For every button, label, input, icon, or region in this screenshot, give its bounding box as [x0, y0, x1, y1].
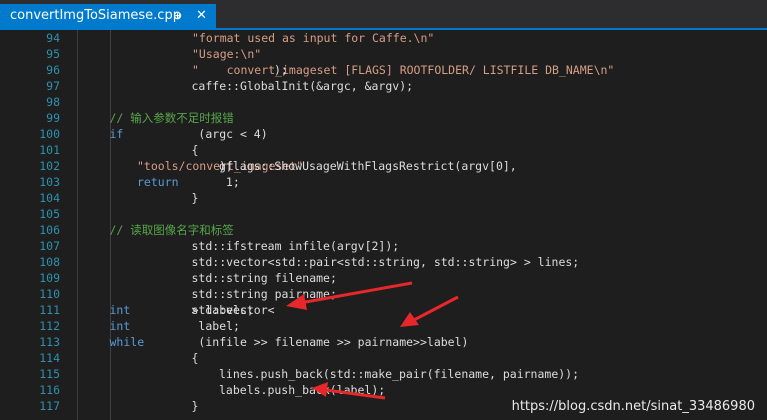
- annotation-arrow: [286, 281, 413, 310]
- annotation-layer: [286, 281, 459, 400]
- annotation-arrow: [312, 382, 386, 400]
- watermark: https://blog.csdn.net/sinat_33486980: [511, 399, 755, 414]
- annotation-arrow: [400, 295, 459, 327]
